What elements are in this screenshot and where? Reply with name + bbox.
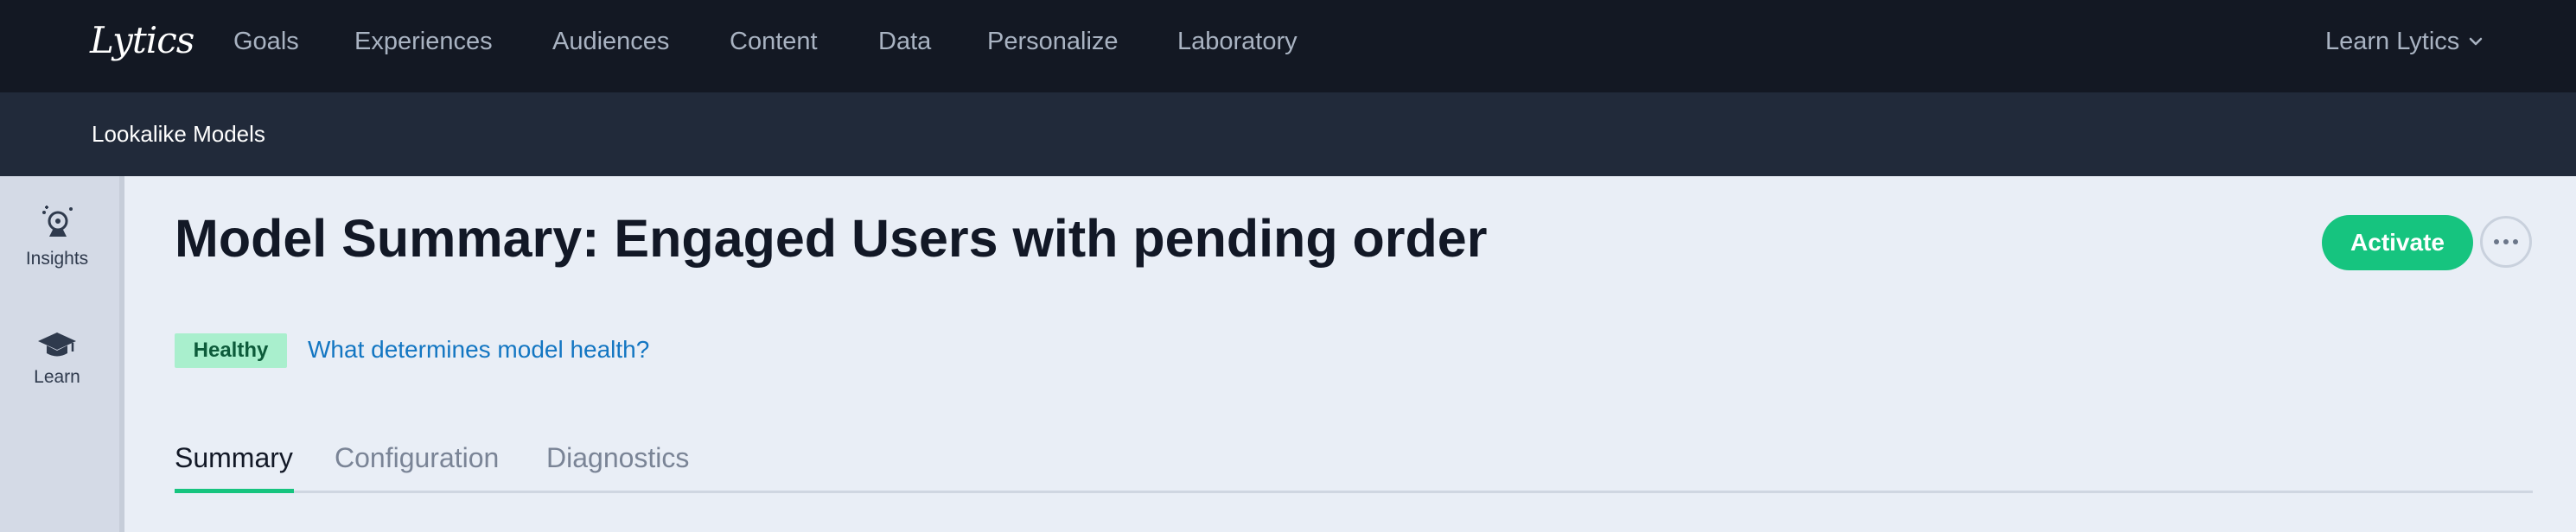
tabs-divider [175, 491, 2533, 493]
rail-label-insights: Insights [25, 249, 89, 269]
chevron-down-icon [2470, 37, 2483, 46]
status-badge: Healthy [175, 333, 287, 368]
tab-configuration[interactable]: Configuration [335, 440, 499, 475]
nav-item-laboratory[interactable]: Laboratory [1177, 28, 1298, 55]
rail-item-learn[interactable]: Learn [0, 327, 114, 388]
rail-item-insights[interactable]: Insights [0, 202, 114, 269]
account-menu-label: Learn Lytics [2325, 28, 2460, 55]
nav-item-content[interactable]: Content [730, 28, 818, 55]
sub-nav-bar [0, 92, 2576, 176]
tab-diagnostics[interactable]: Diagnostics [546, 440, 689, 475]
account-menu[interactable]: Learn Lytics [2325, 28, 2484, 55]
crystal-ball-icon [42, 206, 73, 237]
more-dots-icon [2494, 239, 2499, 244]
lytics-logo[interactable]: Lytics [90, 19, 194, 61]
left-rail: Insights Learn [0, 176, 124, 532]
active-tab-indicator [175, 489, 294, 493]
breadcrumb[interactable]: Lookalike Models [92, 121, 265, 147]
tab-summary[interactable]: Summary [175, 440, 293, 475]
nav-item-audiences[interactable]: Audiences [552, 28, 669, 55]
model-health-help-link[interactable]: What determines model health? [308, 334, 649, 365]
nav-item-data[interactable]: Data [878, 28, 931, 55]
graduation-cap-icon [38, 332, 76, 357]
top-nav: Lytics Goals Experiences Audiences Conte… [0, 0, 2576, 92]
more-options-button[interactable] [2480, 216, 2532, 268]
nav-item-goals[interactable]: Goals [233, 28, 299, 55]
activate-button[interactable]: Activate [2322, 215, 2473, 270]
nav-item-experiences[interactable]: Experiences [354, 28, 493, 55]
nav-item-personalize[interactable]: Personalize [987, 28, 1119, 55]
page-title: Model Summary: Engaged Users with pendin… [175, 209, 1488, 268]
rail-label-learn: Learn [34, 367, 80, 387]
